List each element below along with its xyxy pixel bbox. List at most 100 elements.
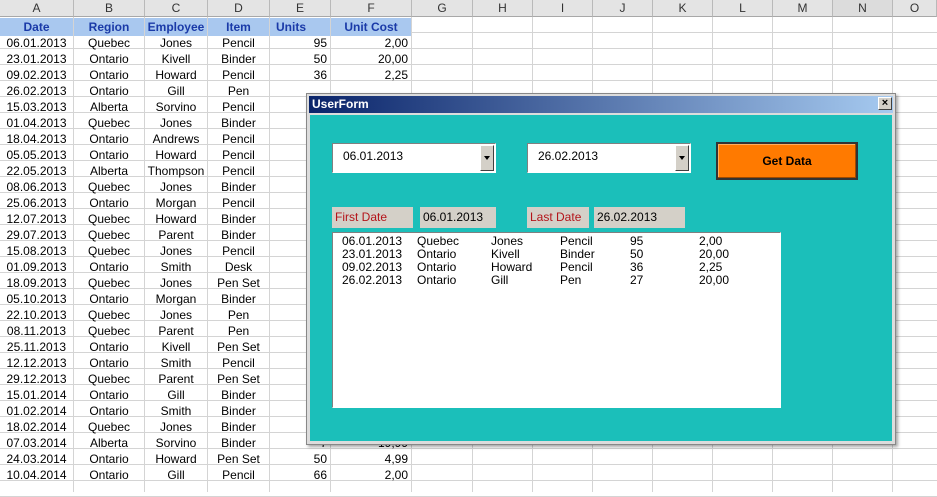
table-cell[interactable]: 18.02.2014 [0,419,73,435]
table-cell[interactable]: Jones [145,115,207,131]
table-cell[interactable]: Alberta [74,99,144,115]
table-cell[interactable]: 29.12.2013 [0,371,73,387]
table-cell[interactable]: Gill [145,83,207,99]
table-cell[interactable]: 10.04.2014 [0,467,73,483]
table-cell[interactable]: Quebec [74,211,144,227]
table-cell[interactable]: Ontario [74,291,144,307]
table-cell[interactable]: 01.09.2013 [0,259,73,275]
table-cell[interactable]: Morgan [145,291,207,307]
table-cell[interactable]: Ontario [74,355,144,371]
table-cell[interactable]: Jones [145,307,207,323]
table-cell[interactable]: Binder [208,387,269,403]
table-cell[interactable]: Binder [208,51,269,67]
table-cell[interactable]: Pen Set [208,371,269,387]
column-header-c[interactable]: C [145,0,208,17]
table-cell[interactable]: 23.01.2013 [0,51,73,67]
table-cell[interactable]: 66 [270,467,330,483]
table-cell[interactable]: Jones [145,243,207,259]
table-cell[interactable]: 05.10.2013 [0,291,73,307]
table-cell[interactable]: Ontario [74,195,144,211]
table-cell[interactable]: 22.10.2013 [0,307,73,323]
table-cell[interactable]: Parent [145,371,207,387]
table-cell[interactable]: Binder [208,291,269,307]
table-cell[interactable]: Pencil [208,99,269,115]
table-cell[interactable]: Ontario [74,83,144,99]
table-cell[interactable]: Quebec [74,419,144,435]
table-cell[interactable]: 09.02.2013 [0,67,73,83]
table-cell[interactable]: 29.07.2013 [0,227,73,243]
table-cell[interactable]: Smith [145,403,207,419]
table-cell[interactable]: 18.09.2013 [0,275,73,291]
column-header-k[interactable]: K [653,0,713,17]
table-cell[interactable]: Quebec [74,371,144,387]
table-cell[interactable]: Binder [208,403,269,419]
table-cell[interactable]: Pen Set [208,339,269,355]
column-header-f[interactable]: F [331,0,412,17]
table-cell[interactable]: Howard [145,211,207,227]
table-cell[interactable]: Binder [208,179,269,195]
table-cell[interactable]: Desk [208,259,269,275]
table-cell[interactable]: 50 [270,451,330,467]
table-cell[interactable]: Pen Set [208,275,269,291]
table-cell[interactable]: Quebec [74,275,144,291]
column-header-l[interactable]: L [713,0,773,17]
table-cell[interactable]: Pen Set [208,451,269,467]
table-cell[interactable]: 01.02.2014 [0,403,73,419]
table-cell[interactable]: Howard [145,67,207,83]
table-cell[interactable]: Smith [145,355,207,371]
table-cell[interactable]: Binder [208,419,269,435]
table-cell[interactable]: Gill [145,387,207,403]
column-header-m[interactable]: M [773,0,833,17]
table-cell[interactable]: 4,99 [331,451,411,467]
table-cell[interactable]: 18.04.2013 [0,131,73,147]
header-cell-region[interactable]: Region [74,18,144,36]
table-cell[interactable]: Andrews [145,131,207,147]
table-cell[interactable]: Sorvino [145,435,207,451]
userform-titlebar[interactable]: UserForm [309,96,893,113]
list-item[interactable]: 26.02.2013 Ontario Gill Pen 27 20,00 [333,274,780,287]
header-cell-unit-cost[interactable]: Unit Cost [331,18,411,36]
table-cell[interactable]: Ontario [74,403,144,419]
table-cell[interactable]: Pen [208,307,269,323]
table-cell[interactable]: Thompson [145,163,207,179]
chevron-down-icon[interactable] [675,145,689,171]
chevron-down-icon[interactable] [480,145,494,171]
column-header-e[interactable]: E [270,0,331,17]
table-cell[interactable]: 07.03.2014 [0,435,73,451]
header-cell-units[interactable]: Units [270,18,330,36]
close-icon[interactable]: × [878,97,892,110]
table-cell[interactable]: Howard [145,451,207,467]
table-cell[interactable]: Jones [145,419,207,435]
column-header-i[interactable]: I [533,0,593,17]
table-cell[interactable]: 05.05.2013 [0,147,73,163]
table-cell[interactable]: Howard [145,147,207,163]
table-cell[interactable]: Jones [145,179,207,195]
table-cell[interactable]: Binder [208,227,269,243]
table-cell[interactable]: Quebec [74,307,144,323]
table-cell[interactable]: Quebec [74,227,144,243]
column-header-d[interactable]: D [208,0,270,17]
table-cell[interactable]: Pencil [208,67,269,83]
table-cell[interactable]: Pencil [208,131,269,147]
table-cell[interactable]: Sorvino [145,99,207,115]
table-cell[interactable]: 25.11.2013 [0,339,73,355]
header-cell-employee[interactable]: Employee [145,18,207,36]
table-cell[interactable]: 24.03.2014 [0,451,73,467]
table-cell[interactable]: Ontario [74,147,144,163]
table-cell[interactable]: Binder [208,211,269,227]
table-cell[interactable]: 2,00 [331,35,411,51]
header-cell-date[interactable]: Date [0,18,73,36]
table-cell[interactable]: Pencil [208,195,269,211]
column-header-b[interactable]: B [74,0,145,17]
table-cell[interactable]: Gill [145,467,207,483]
table-cell[interactable]: 01.04.2013 [0,115,73,131]
table-cell[interactable]: Ontario [74,131,144,147]
table-cell[interactable]: 22.05.2013 [0,163,73,179]
header-cell-item[interactable]: Item [208,18,269,36]
table-cell[interactable]: Quebec [74,243,144,259]
table-cell[interactable]: Ontario [74,339,144,355]
table-cell[interactable]: Pencil [208,355,269,371]
table-cell[interactable]: 08.11.2013 [0,323,73,339]
end-date-combobox[interactable]: 26.02.2013 [527,143,691,173]
table-cell[interactable]: Jones [145,275,207,291]
